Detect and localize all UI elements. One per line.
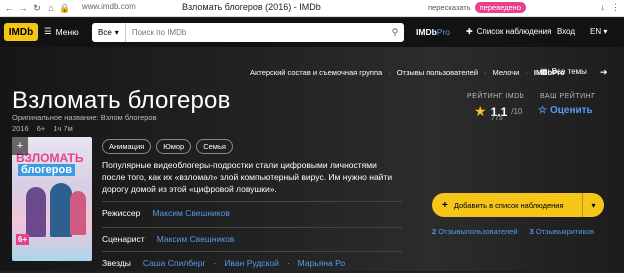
menu-button[interactable]: ☰ Меню (44, 26, 79, 37)
download-icon[interactable]: ↓ (601, 2, 606, 13)
all-topics-button[interactable]: ▦ Все темы (540, 67, 587, 76)
hamburger-icon: ☰ (44, 26, 52, 36)
more-icon[interactable]: ⋮ (611, 2, 620, 13)
star-link[interactable]: Саша Спилберг (143, 258, 206, 268)
original-title: Оригинальное название: Взлом блогеров (12, 113, 157, 122)
poster-title-line2: блогеров (18, 164, 75, 176)
title-subnav: Актерский состав и съемочная группа · От… (250, 68, 565, 77)
bookmark-plus-icon: ✚ (466, 27, 473, 36)
retell-button[interactable]: пересказать (428, 3, 471, 12)
genre-chips: Анимация Юмор Семья (102, 139, 233, 154)
add-to-watchlist-ribbon[interactable]: + (12, 137, 28, 155)
add-to-watchlist-button[interactable]: + Добавить в список наблюдения ▾ (432, 193, 604, 217)
rating-max: /10 (511, 107, 523, 116)
browser-toolbar: ← → ↻ ⌂ 🔒 www.imdb.com Взломать блогеров… (0, 0, 624, 17)
subnav-separator: · (484, 68, 487, 77)
review-links: 2 Отзывыпользователей 3 Отзывыкритиков (432, 227, 594, 236)
rate-button[interactable]: ☆ Оценить (538, 105, 593, 116)
subnav-trivia[interactable]: Мелочи (493, 68, 520, 77)
share-icon[interactable]: ➔ (600, 67, 608, 78)
user-reviews-count: 2 (432, 227, 437, 236)
poster-age-badge: 6+ (16, 234, 30, 245)
director-link[interactable]: Максим Свешников (152, 208, 230, 218)
star-link[interactable]: Марьяна Ро (298, 258, 345, 268)
release-year[interactable]: 2016 (12, 124, 29, 133)
page-tab-title: Взломать блогеров (2016) - IMDb (182, 2, 321, 12)
separator-dot: · (286, 257, 290, 268)
watchlist-label: Список наблюдения (476, 27, 552, 36)
separator-dot: · (213, 257, 217, 268)
stars-label: Звезды (102, 257, 131, 268)
watchlist-link[interactable]: ✚ Список наблюдения (466, 27, 551, 36)
menu-label: Меню (55, 26, 79, 37)
director-label: Режиссер (102, 207, 141, 218)
lock-icon: 🔒 (59, 2, 71, 13)
pro-suffix: Pro (436, 27, 451, 37)
genre-chip[interactable]: Семья (196, 139, 233, 154)
language-label: EN (590, 27, 602, 36)
imdb-header: IMDb ☰ Меню Все ▾ ⚲ IMDbPro ✚ Список наб… (0, 18, 624, 47)
rating-count: 775 (491, 115, 503, 122)
poster-figure (70, 191, 86, 235)
age-rating[interactable]: 6+ (37, 124, 46, 133)
imdb-rating-label: РЕЙТИНГ IMDb (467, 93, 525, 100)
reload-icon[interactable]: ↻ (32, 3, 42, 13)
star-outline-icon: ☆ (538, 105, 547, 116)
subnav-user-reviews[interactable]: Отзывы пользователей (397, 68, 478, 77)
browser-actions: ↓ ⋮ (601, 2, 621, 13)
chevron-down-icon: ▾ (603, 27, 608, 36)
runtime: 1ч 7м (53, 124, 73, 133)
search-category-label: Все (98, 28, 112, 37)
subnav-separator: · (525, 68, 528, 77)
user-reviews-label: Отзывыпользователей (438, 227, 518, 236)
translated-badge[interactable]: переведено (474, 2, 526, 13)
grid-icon: ▦ (540, 67, 548, 76)
search-category-select[interactable]: Все ▾ (92, 23, 126, 42)
imdbpro-link[interactable]: IMDbPro (416, 27, 450, 37)
poster[interactable]: ВЗЛОМАТЬ блогеров 6+ + (12, 137, 92, 261)
critic-reviews-count: 3 (529, 227, 534, 236)
title-hero: Актерский состав и съемочная группа · От… (0, 47, 624, 271)
search-box: Все ▾ ⚲ (92, 23, 404, 42)
translate-controls: пересказать переведено (428, 2, 526, 13)
writer-label: Сценарист (102, 233, 145, 244)
pro-prefix: IMDb (416, 27, 437, 37)
stars-row: Звезды Саша Спилберг · Иван Рудской · Ма… (102, 251, 402, 273)
genre-chip[interactable]: Юмор (156, 139, 192, 154)
critic-reviews-label: Отзывыкритиков (535, 227, 595, 236)
language-select[interactable]: EN ▾ (590, 27, 607, 36)
chevron-down-icon[interactable]: ▾ (582, 193, 604, 217)
critic-reviews-link[interactable]: 3 Отзывыкритиков (530, 227, 595, 236)
your-rating-label: ВАШ РЕЙТИНГ (540, 93, 596, 100)
genre-chip[interactable]: Анимация (102, 139, 152, 154)
star-link[interactable]: Иван Рудской (224, 258, 278, 268)
rate-label: Оценить (549, 105, 593, 116)
search-input[interactable] (125, 28, 386, 37)
imdb-logo[interactable]: IMDb (4, 23, 38, 41)
page-title: Взломать блогеров (12, 87, 231, 114)
poster-figure (26, 187, 46, 237)
add-to-watchlist-label: Добавить в список наблюдения (453, 200, 564, 210)
signin-link[interactable]: Вход (557, 27, 575, 36)
star-icon: ★ (474, 103, 487, 119)
writer-link[interactable]: Максим Свешников (157, 234, 235, 244)
forward-icon[interactable]: → (18, 3, 28, 13)
chevron-down-icon: ▾ (114, 28, 119, 37)
writer-row: Сценарист Максим Свешников (102, 227, 402, 249)
plus-icon: + (442, 199, 448, 211)
poster-figure (50, 183, 72, 237)
home-icon[interactable]: ⌂ (46, 3, 56, 13)
back-icon[interactable]: ← (4, 3, 14, 13)
user-reviews-link[interactable]: 2 Отзывыпользователей (432, 227, 518, 236)
plot-summary: Популярные видеоблогеры-подростки стали … (102, 160, 393, 194)
subnav-cast[interactable]: Актерский состав и съемочная группа (250, 68, 382, 77)
director-row: Режиссер Максим Свешников (102, 201, 402, 223)
title-meta: 2016 6+ 1ч 7м (12, 124, 73, 133)
address-bar[interactable]: www.imdb.com (82, 2, 136, 11)
search-icon[interactable]: ⚲ (386, 23, 404, 42)
subnav-separator: · (388, 68, 391, 77)
all-topics-label: Все темы (551, 67, 587, 76)
